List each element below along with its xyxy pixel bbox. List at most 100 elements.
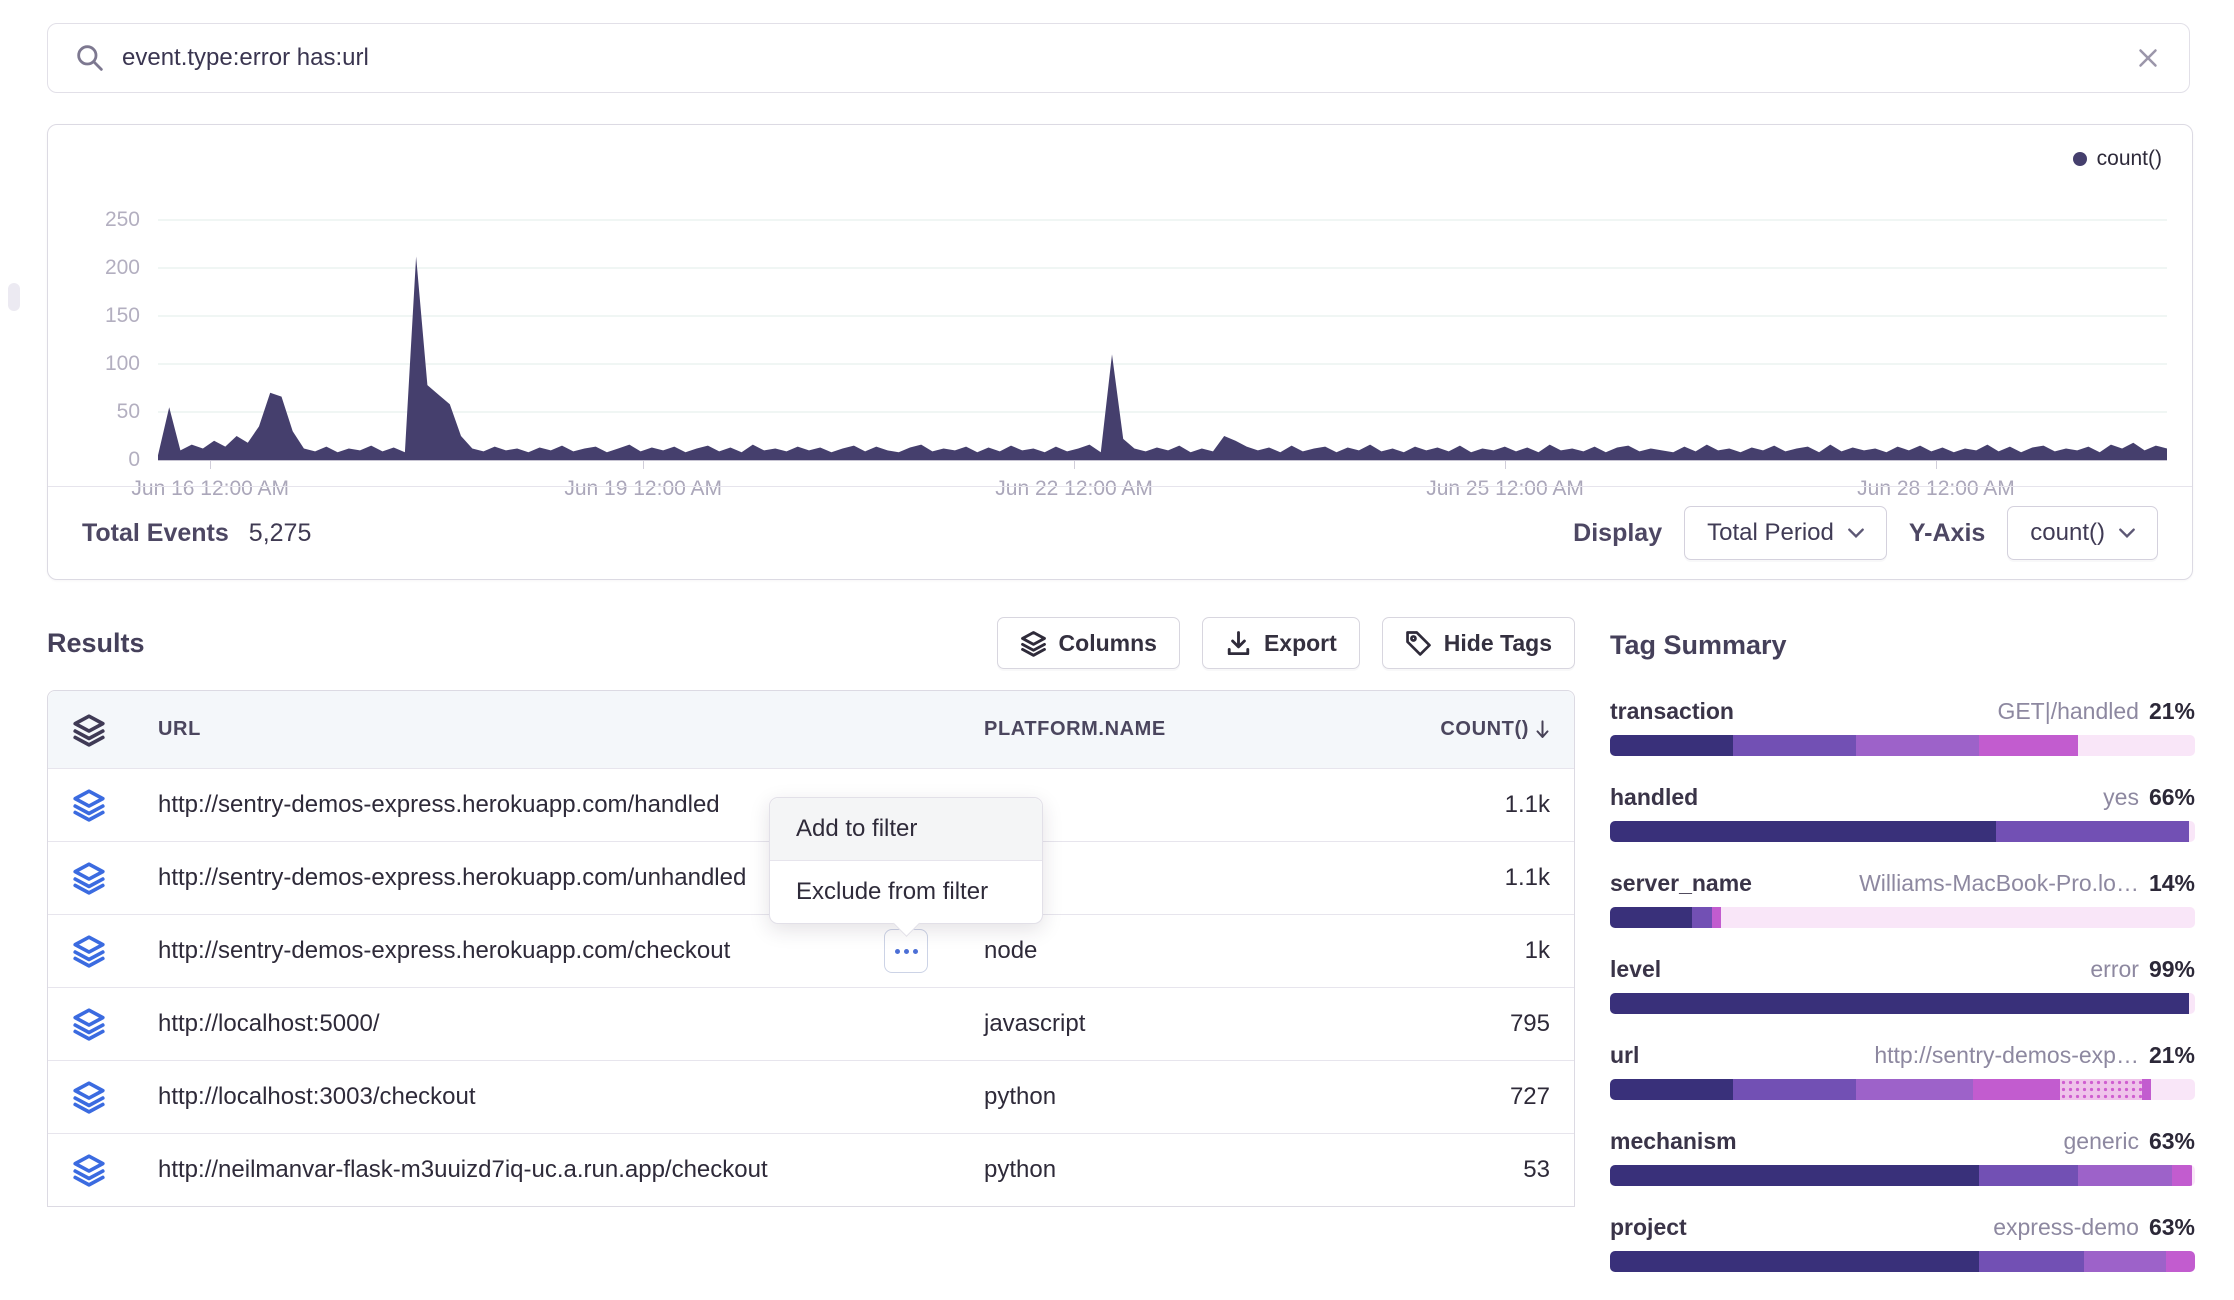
count-cell[interactable]: 795 xyxy=(1360,1010,1550,1038)
results-table: URL PLATFORM.NAME COUNT() http://sentry-… xyxy=(47,690,1575,1207)
events-chart-panel: count() 050100150200250Jun 16 12:00 AMJu… xyxy=(47,124,2193,580)
tag-name[interactable]: server_name xyxy=(1610,870,1752,897)
export-button-label: Export xyxy=(1264,630,1337,657)
tag-top-percent: 21% xyxy=(2149,698,2195,725)
table-row[interactable]: http://sentry-demos-express.herokuapp.co… xyxy=(48,914,1574,987)
hide-tags-button[interactable]: Hide Tags xyxy=(1382,617,1575,669)
total-events-value: 5,275 xyxy=(249,519,312,548)
layers-icon[interactable] xyxy=(72,1153,158,1187)
tag-distribution-bar[interactable] xyxy=(1610,993,2195,1014)
area-chart xyxy=(158,161,2167,460)
count-cell[interactable]: 53 xyxy=(1360,1156,1550,1184)
url-cell[interactable]: http://localhost:3003/checkout xyxy=(158,1083,984,1111)
tag-top-percent: 63% xyxy=(2149,1214,2195,1241)
tag-name[interactable]: transaction xyxy=(1610,698,1734,725)
tag-bar-segment xyxy=(2189,993,2195,1014)
clear-search-button[interactable] xyxy=(2133,43,2163,73)
tag-summary-heading: Tag Summary xyxy=(1610,630,2195,658)
tag-top-value: Williams-MacBook-Pro.lo… xyxy=(1859,870,2139,897)
tag-summary-row: mechanismgeneric63% xyxy=(1610,1128,2195,1186)
tag-bar-segment xyxy=(1610,1165,1979,1186)
layers-icon[interactable] xyxy=(72,1007,158,1041)
results-header-row: Results Columns Export Hi xyxy=(47,616,1575,670)
count-cell[interactable]: 1.1k xyxy=(1360,864,1550,892)
tag-bar-segment xyxy=(1610,821,1996,842)
tag-bar-segment xyxy=(1733,735,1856,756)
hide-tags-button-label: Hide Tags xyxy=(1444,630,1552,657)
platform-cell[interactable]: python xyxy=(984,1083,1360,1111)
tag-bar-segment xyxy=(1610,735,1733,756)
tag-distribution-bar[interactable] xyxy=(1610,907,2195,928)
platform-cell[interactable]: javascript xyxy=(984,1010,1360,1038)
layers-icon[interactable] xyxy=(72,713,158,747)
tag-distribution-bar[interactable] xyxy=(1610,1251,2195,1272)
tag-bar-segment xyxy=(1979,735,2078,756)
tag-bar-segment xyxy=(2060,1079,2142,1100)
layers-icon[interactable] xyxy=(72,934,158,968)
total-events-label: Total Events xyxy=(82,519,229,548)
layers-icon[interactable] xyxy=(72,1080,158,1114)
table-row[interactable]: http://localhost:3003/checkoutpython727 xyxy=(48,1060,1574,1133)
tag-distribution-bar[interactable] xyxy=(1610,1079,2195,1100)
yaxis-dropdown[interactable]: count() xyxy=(2007,506,2158,560)
results-heading: Results xyxy=(47,628,145,659)
table-row[interactable]: http://localhost:5000/javascript795 xyxy=(48,987,1574,1060)
table-row[interactable]: http://neilmanvar-flask-m3uuizd7iq-uc.a.… xyxy=(48,1133,1574,1206)
tag-bar-segment xyxy=(1979,1165,2078,1186)
columns-button-label: Columns xyxy=(1059,630,1157,657)
search-input[interactable]: event.type:error has:url xyxy=(122,44,2133,72)
tag-distribution-bar[interactable] xyxy=(1610,821,2195,842)
tag-bar-segment xyxy=(1712,907,1721,928)
tag-name[interactable]: level xyxy=(1610,956,1661,983)
export-button[interactable]: Export xyxy=(1202,617,1360,669)
tag-top-percent: 99% xyxy=(2149,956,2195,983)
count-cell[interactable]: 727 xyxy=(1360,1083,1550,1111)
url-cell[interactable]: http://localhost:5000/ xyxy=(158,1010,984,1038)
count-cell[interactable]: 1.1k xyxy=(1360,791,1550,819)
table-header: URL PLATFORM.NAME COUNT() xyxy=(48,691,1574,768)
x-axis-tick xyxy=(1936,461,1937,469)
tag-name[interactable]: mechanism xyxy=(1610,1128,1737,1155)
count-cell[interactable]: 1k xyxy=(1360,937,1550,965)
tag-summary-panel: Tag Summary transaction GET|/handled 21% ha… xyxy=(1610,630,2195,1300)
display-dropdown[interactable]: Total Period xyxy=(1684,506,1887,560)
tag-name[interactable]: project xyxy=(1610,1214,1687,1241)
tag-bar-segment xyxy=(2078,1165,2172,1186)
tag-bar-segment xyxy=(2151,1079,2195,1100)
tag-bar-segment xyxy=(2142,1079,2151,1100)
add-to-filter-item[interactable]: Add to filter xyxy=(770,798,1042,861)
tag-name[interactable]: handled xyxy=(1610,784,1698,811)
tag-bar-segment xyxy=(2084,1251,2166,1272)
url-cell[interactable]: http://neilmanvar-flask-m3uuizd7iq-uc.a.… xyxy=(158,1156,984,1184)
column-header-count[interactable]: COUNT() xyxy=(1360,718,1550,741)
tag-distribution-bar[interactable] xyxy=(1610,1165,2195,1186)
tag-top-value: http://sentry-demos-exp… xyxy=(1874,1042,2139,1069)
tag-top-value: GET|/handled xyxy=(1997,698,2139,725)
tag-top-value: yes xyxy=(2103,784,2139,811)
column-header-platform[interactable]: PLATFORM.NAME xyxy=(984,718,1360,741)
tag-top-value: generic xyxy=(2064,1128,2139,1155)
columns-button[interactable]: Columns xyxy=(997,617,1180,669)
tag-bar-segment xyxy=(1610,907,1692,928)
y-axis-tick-label: 150 xyxy=(70,304,140,328)
column-header-url[interactable]: URL xyxy=(158,718,984,741)
tag-summary-row: projectexpress-demo63% xyxy=(1610,1214,2195,1272)
x-axis-tick xyxy=(1505,461,1506,469)
tag-bar-segment xyxy=(2166,1251,2195,1272)
tag-distribution-bar[interactable] xyxy=(1610,735,2195,756)
tag-bar-segment xyxy=(1979,1251,2084,1272)
cell-context-menu: Add to filter Exclude from filter xyxy=(769,797,1043,924)
search-bar[interactable]: event.type:error has:url xyxy=(47,23,2190,93)
platform-cell[interactable]: node xyxy=(984,937,1360,965)
layers-icon[interactable] xyxy=(72,861,158,895)
panel-resize-handle[interactable] xyxy=(8,283,20,311)
tag-bar-segment xyxy=(1610,993,2189,1014)
platform-cell[interactable]: python xyxy=(984,1156,1360,1184)
url-cell[interactable]: http://sentry-demos-express.herokuapp.co… xyxy=(158,937,984,965)
layers-icon[interactable] xyxy=(72,788,158,822)
display-label: Display xyxy=(1573,519,1662,548)
tag-summary-row: urlhttp://sentry-demos-exp…21% xyxy=(1610,1042,2195,1100)
tag-name[interactable]: url xyxy=(1610,1042,1639,1069)
chevron-down-icon xyxy=(1848,528,1864,538)
y-axis-tick-label: 250 xyxy=(70,208,140,232)
